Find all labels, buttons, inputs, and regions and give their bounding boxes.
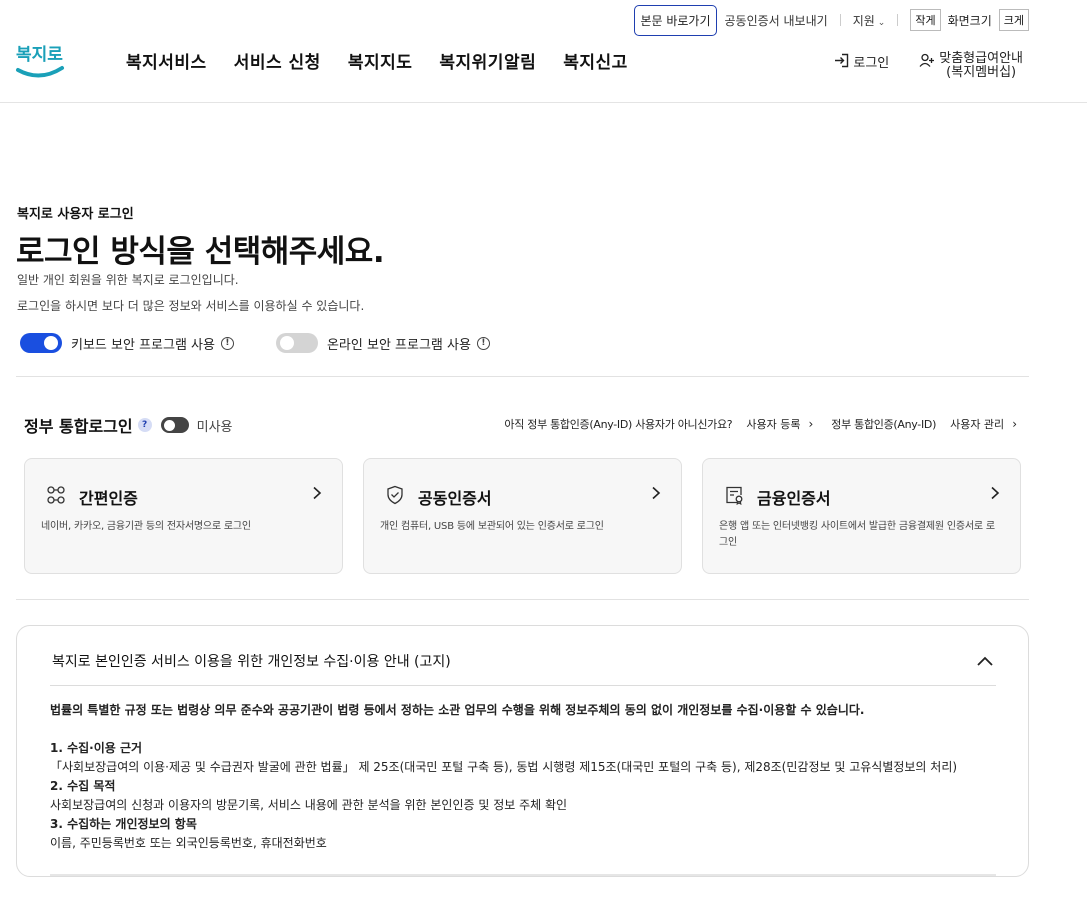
keyboard-security-label: 키보드 보안 프로그램 사용	[71, 337, 215, 353]
cert-export-link[interactable]: 공동인증서 내보내기	[725, 12, 828, 29]
certificate-icon	[726, 486, 743, 505]
keyboard-security-toggle-group: 키보드 보안 프로그램 사용 !	[20, 333, 234, 353]
chevron-up-icon[interactable]	[976, 655, 994, 667]
skip-to-content-button[interactable]: 본문 바로가기	[634, 4, 717, 36]
notice-divider	[50, 685, 996, 686]
section-divider	[16, 599, 1029, 600]
notice-section-1-body: 「사회보장급여의 이용·제공 및 수급권자 발굴에 관한 법률」 제 25조(대…	[50, 760, 958, 774]
nav-item-welfare-service[interactable]: 복지서비스	[126, 48, 207, 73]
support-label: 지원	[852, 13, 875, 28]
toggle-knob	[163, 419, 175, 431]
notice-section-3-title: 3. 수집하는 개인정보의 항목	[50, 817, 197, 831]
shield-check-icon	[387, 485, 403, 505]
notice-section-1-title: 1. 수집·이용 근거	[50, 741, 143, 755]
privacy-notice-title[interactable]: 복지로 본인인증 서비스 이용을 위한 개인정보 수집·이용 안내 (고지)	[52, 651, 451, 671]
font-large-button[interactable]: 크게	[998, 9, 1029, 31]
notice-section-2-body: 사회보장급여의 신청과 이용자의 방문기록, 서비스 내용에 관한 분석을 위한…	[50, 798, 568, 812]
page-desc-2: 로그인을 하시면 보다 더 많은 정보와 서비스를 이용하실 수 있습니다.	[17, 299, 365, 313]
gov-links: 아직 정부 통합인증(Any-ID) 사용자가 아니신가요? 사용자 등록 › 정…	[504, 416, 1017, 432]
section-divider	[16, 376, 1029, 377]
info-icon[interactable]: !	[476, 336, 490, 350]
card-title: 금융인증서	[757, 489, 831, 508]
card-desc: 네이버, 카카오, 금융기관 등의 전자서명으로 로그인	[41, 521, 251, 532]
support-menu[interactable]: 지원 ⌄	[853, 12, 886, 29]
chevron-right-icon	[991, 486, 1000, 500]
logo-icon: 복지로	[16, 45, 64, 78]
card-title: 공동인증서	[418, 489, 492, 508]
security-toggles: 키보드 보안 프로그램 사용 ! 온라인 보안 프로그램 사용 !	[20, 333, 532, 353]
login-link[interactable]: 로그인	[834, 52, 889, 80]
card-title: 간편인증	[79, 489, 138, 508]
gov-question: 아직 정부 통합인증(Any-ID) 사용자가 아니신가요?	[504, 418, 733, 431]
notice-section-3-body: 이름, 주민등록번호 또는 외국인등록번호, 휴대전화번호	[50, 836, 327, 850]
online-security-toggle-group: 온라인 보안 프로그램 사용 !	[275, 333, 490, 353]
card-desc: 개인 컴퓨터, USB 등에 보관되어 있는 인증서로 로그인	[380, 521, 604, 532]
chevron-right-icon: ›	[1012, 417, 1017, 431]
page-subtitle: 복지로 사용자 로그인	[17, 207, 134, 222]
card-financial-certificate[interactable]: 금융인증서 은행 앱 또는 인터넷뱅킹 사이트에서 발급한 금융결제원 인증서로…	[702, 458, 1021, 574]
chevron-right-icon	[313, 486, 322, 500]
chevron-right-icon	[652, 486, 661, 500]
nav-item-welfare-map[interactable]: 복지지도	[348, 48, 413, 73]
help-icon[interactable]: ?	[137, 418, 152, 432]
card-joint-certificate[interactable]: 공동인증서 개인 컴퓨터, USB 등에 보관되어 있는 인증서로 로그인	[363, 458, 682, 574]
notice-section-2-title: 2. 수집 목적	[50, 779, 116, 793]
divider	[839, 14, 841, 26]
main-nav: 복지서비스 서비스 신청 복지지도 복지위기알림 복지신고	[126, 48, 655, 73]
page-title: 로그인 방식을 선택해주세요.	[16, 234, 385, 270]
gov-login-row: 정부 통합로그인 ? 미사용	[24, 413, 233, 437]
login-icon	[835, 53, 849, 68]
membership-line1: 맞춤형급여안내	[939, 51, 1023, 66]
simple-auth-icon	[47, 486, 65, 504]
membership-text: 맞춤형급여안내 (복지멤버십)	[939, 52, 1023, 80]
user-add-icon	[919, 53, 935, 67]
screen-size-label: 화면크기	[947, 13, 992, 28]
info-icon[interactable]: !	[220, 336, 234, 350]
gov-manage-link[interactable]: 정부 통합인증(Any-ID) 사용자 관리 ›	[831, 416, 1017, 432]
chevron-down-icon: ⌄	[877, 17, 886, 28]
font-small-button[interactable]: 작게	[910, 9, 941, 31]
gov-login-state: 미사용	[196, 419, 233, 435]
utility-bar: 본문 바로가기 공동인증서 내보내기 지원 ⌄ 작게 화면크기 크게	[634, 4, 1029, 36]
header-divider	[0, 102, 1087, 103]
online-security-label: 온라인 보안 프로그램 사용	[326, 337, 471, 353]
membership-line2: (복지멤버십)	[946, 65, 1017, 80]
online-security-toggle[interactable]	[275, 333, 318, 353]
gov-login-title: 정부 통합로그인	[24, 417, 133, 436]
card-simple-auth[interactable]: 간편인증 네이버, 카카오, 금융기관 등의 전자서명으로 로그인	[24, 458, 343, 574]
header-actions: 로그인 맞춤형급여안내 (복지멤버십)	[834, 52, 1023, 80]
gov-register-link[interactable]: 사용자 등록 ›	[746, 416, 813, 432]
login-label: 로그인	[853, 56, 890, 71]
nav-item-welfare-report[interactable]: 복지신고	[563, 48, 628, 73]
toggle-knob	[44, 336, 58, 350]
nav-item-service-apply[interactable]: 서비스 신청	[234, 48, 321, 73]
page-desc-1: 일반 개인 회원을 위한 복지로 로그인입니다.	[17, 273, 239, 287]
toggle-knob	[279, 336, 294, 350]
card-desc: 은행 앱 또는 인터넷뱅킹 사이트에서 발급한 금융결제원 인증서로 로그인	[719, 521, 995, 548]
notice-bottom-line	[50, 874, 996, 876]
login-method-cards: 간편인증 네이버, 카카오, 금융기관 등의 전자서명으로 로그인 공동인증서 …	[24, 458, 1021, 574]
membership-link[interactable]: 맞춤형급여안내 (복지멤버십)	[919, 52, 1023, 80]
gov-manage-prefix: 정부 통합인증(Any-ID)	[831, 418, 937, 431]
privacy-notice-panel: 복지로 본인인증 서비스 이용을 위한 개인정보 수집·이용 안내 (고지) 법…	[16, 625, 1029, 877]
nav-item-crisis-alert[interactable]: 복지위기알림	[439, 48, 536, 73]
divider	[897, 14, 899, 26]
keyboard-security-toggle[interactable]	[20, 333, 62, 353]
bokjiro-logo[interactable]: 복지로	[14, 36, 68, 82]
logo-text: 복지로	[16, 45, 63, 65]
gov-login-toggle[interactable]	[160, 417, 189, 433]
gov-manage-label: 사용자 관리	[950, 418, 1005, 431]
privacy-notice-body: 법률의 특별한 규정 또는 법령상 의무 준수와 공공기관이 법령 등에서 정하…	[50, 701, 996, 853]
chevron-right-icon: ›	[808, 417, 814, 431]
gov-register-label: 사용자 등록	[746, 418, 801, 431]
notice-lead: 법률의 특별한 규정 또는 법령상 의무 준수와 공공기관이 법령 등에서 정하…	[50, 703, 865, 717]
